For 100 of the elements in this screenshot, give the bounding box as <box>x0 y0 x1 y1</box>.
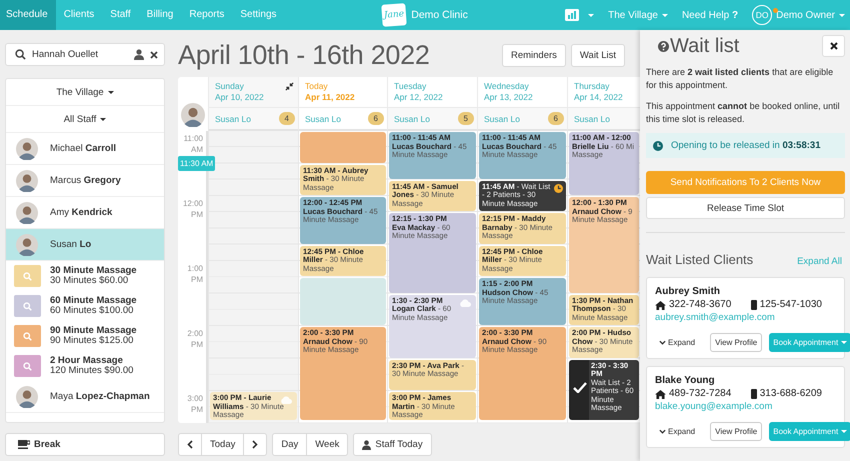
avatar <box>16 170 38 192</box>
appointment-count: 6 <box>548 112 564 125</box>
client-name: Blake Young <box>655 374 716 387</box>
service-row[interactable]: 2 Hour Massage 120 Minutes $90.00 <box>6 351 164 381</box>
chevron-down-icon <box>659 340 666 345</box>
client-name: Aubrey Smith <box>655 285 722 298</box>
location-dropdown[interactable]: The Village <box>56 86 104 98</box>
service-row[interactable]: 90 Minute Massage 90 Minutes $125.00 <box>6 321 164 351</box>
previous-button[interactable] <box>178 433 202 456</box>
break-button[interactable]: Break <box>5 433 165 456</box>
day-name: Wednesday <box>484 81 529 92</box>
view-button[interactable]: Week <box>306 433 348 456</box>
staff-name: Michael Carroll <box>50 143 116 154</box>
day-date: Apr 12, 2022 <box>394 92 443 103</box>
section-heading: Wait Listed Clients <box>646 252 754 267</box>
day-name: Tuesday <box>394 81 426 92</box>
coffee-icon <box>18 440 30 449</box>
day-date: Apr 14, 2022 <box>574 92 623 103</box>
service-detail: 60 Minutes $100.00 <box>50 306 134 316</box>
search-icon <box>15 49 26 60</box>
person-icon <box>362 440 372 450</box>
service-name: 2 Hour Massage <box>50 356 123 366</box>
home-phone: 322-748-3670 <box>669 298 732 312</box>
toolbar-button[interactable]: Reminders <box>502 44 566 66</box>
countdown-text: Opening to be released in 03:58:31 <box>671 140 820 151</box>
search-field[interactable]: Hannah Ouellet <box>5 43 165 66</box>
service-detail: 120 Minutes $90.00 <box>50 366 134 376</box>
avatar <box>181 103 205 127</box>
phone-icon <box>750 389 757 399</box>
service-detail: 90 Minutes $125.00 <box>50 336 134 346</box>
day-date: Apr 10, 2022 <box>215 92 264 103</box>
staff-row[interactable]: Maya Lopez-Chapman <box>6 381 164 413</box>
appointment-count: 4 <box>278 112 295 125</box>
staff-name: Susan Lo <box>50 239 92 250</box>
expand-button[interactable]: Expand <box>655 422 700 441</box>
day-name: Sunday <box>215 81 244 92</box>
message-text: There are 2 wait listed clients that are eligible for this appointment. <box>646 66 834 92</box>
caret-icon <box>839 14 845 16</box>
close-icon[interactable] <box>150 50 158 58</box>
mobile-phone: 313-688-6209 <box>760 387 822 401</box>
clinic-name: Demo Clinic <box>411 9 468 21</box>
day-name: Today <box>305 81 328 92</box>
time-label: 2:00 PM <box>187 328 203 350</box>
staff-name: Marcus Gregory <box>50 175 121 186</box>
next-button[interactable] <box>243 433 268 456</box>
chevron-down-icon <box>659 429 666 434</box>
phone-icon <box>750 300 757 310</box>
avatar <box>16 202 38 224</box>
release-button[interactable]: Release Time Slot <box>646 197 845 219</box>
time-label: 11:00 AM <box>184 133 203 155</box>
view-button[interactable]: Day <box>272 433 308 456</box>
time-label: 3:00 PM <box>187 393 203 415</box>
day-name: Thursday <box>574 81 610 92</box>
house-icon <box>655 300 666 310</box>
service-name: 60 Minute Massage <box>50 296 137 306</box>
appointment-count: 6 <box>368 112 384 125</box>
close-icon <box>830 42 838 50</box>
view-profile-button[interactable]: View Profile <box>710 422 762 441</box>
person-icon[interactable] <box>134 49 144 60</box>
week-title: April 10th - 16th 2022 <box>178 40 430 70</box>
avatar <box>16 234 38 256</box>
staff-name: Amy Kendrick <box>50 207 112 218</box>
avatar <box>16 138 38 160</box>
panel-title: Wait list <box>670 34 740 58</box>
service-name: 30 Minute Massage <box>50 266 137 276</box>
service-row[interactable]: 30 Minute Massage 30 Minutes $60.00 <box>6 261 164 291</box>
time-label: 12:00 PM <box>182 198 203 220</box>
appointment-count: 5 <box>458 112 474 125</box>
time-label: 1:00 PM <box>187 263 203 285</box>
help-icon[interactable] <box>658 40 669 52</box>
expand-button[interactable]: Expand <box>655 333 700 352</box>
service-name: 90 Minute Massage <box>50 326 137 336</box>
clock-icon <box>653 140 663 150</box>
staff-today-button[interactable]: Staff Today <box>353 433 432 456</box>
caret-icon <box>108 90 114 94</box>
check-icon <box>573 382 587 392</box>
day-date: Apr 11, 2022 <box>305 92 355 103</box>
toolbar-button[interactable]: Wait List <box>570 44 625 66</box>
collapse-icon[interactable] <box>285 82 294 91</box>
caret-icon <box>100 118 106 120</box>
staff-row[interactable]: Marcus Gregory <box>6 165 164 197</box>
staff-name: Maya Lopez-Chapman <box>50 391 150 402</box>
home-phone: 489-732-7284 <box>669 387 732 401</box>
view-profile-button[interactable]: View Profile <box>710 333 762 352</box>
service-row[interactable]: 60 Minute Massage 60 Minutes $100.00 <box>6 291 164 321</box>
notice-text: This appointment cannot be booked online, until this time slot is released. <box>646 100 841 126</box>
service-detail: 30 Minutes $60.00 <box>50 276 129 286</box>
day-date: Apr 13, 2022 <box>484 92 533 103</box>
current-time-badge: 11:30 AM <box>178 156 216 171</box>
staff-row[interactable]: Susan Lo <box>6 229 164 261</box>
caret-icon <box>588 14 594 16</box>
today-button[interactable]: Today <box>201 433 244 456</box>
house-icon <box>655 390 666 398</box>
staff-row[interactable]: Michael Carroll <box>6 133 164 165</box>
chevron-left-icon <box>187 440 193 449</box>
chevron-right-icon <box>252 440 258 449</box>
staff-dropdown[interactable]: All Staff <box>64 114 96 124</box>
clock-icon <box>554 184 563 193</box>
caret-icon <box>662 14 668 16</box>
close-button[interactable] <box>822 35 845 57</box>
